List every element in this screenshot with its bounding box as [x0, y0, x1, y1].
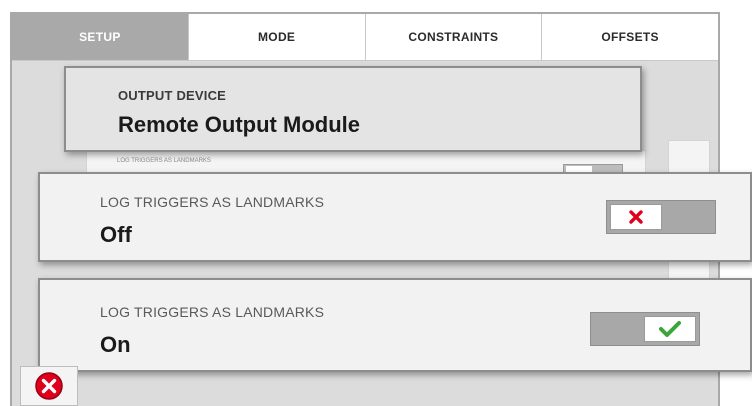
log-triggers-off-card: LOG TRIGGERS AS LANDMARKS Off — [38, 172, 752, 262]
toggle-knob — [644, 316, 696, 342]
close-icon — [35, 372, 63, 400]
log-triggers-label: LOG TRIGGERS AS LANDMARKS — [100, 304, 325, 320]
log-triggers-value: On — [100, 332, 131, 357]
tab-setup[interactable]: SETUP — [12, 14, 188, 60]
checkmark-icon — [659, 321, 681, 337]
log-triggers-toggle-off[interactable] — [606, 200, 716, 234]
close-button[interactable] — [20, 366, 78, 406]
tab-offsets[interactable]: OFFSETS — [541, 14, 718, 60]
x-icon — [629, 210, 643, 224]
tab-bar: SETUP MODE CONSTRAINTS OFFSETS — [12, 14, 718, 61]
log-triggers-label: LOG TRIGGERS AS LANDMARKS — [100, 194, 325, 210]
tab-mode[interactable]: MODE — [187, 14, 365, 60]
log-triggers-value: Off — [100, 222, 132, 247]
tab-constraints[interactable]: CONSTRAINTS — [364, 14, 542, 60]
toggle-knob — [610, 204, 662, 230]
background-setting-label: LOG TRIGGERS AS LANDMARKS — [117, 158, 211, 164]
log-triggers-toggle-on[interactable] — [590, 312, 700, 346]
output-device-card[interactable]: OUTPUT DEVICE Remote Output Module — [64, 66, 642, 152]
output-device-value: Remote Output Module — [118, 112, 360, 137]
output-device-label: OUTPUT DEVICE — [118, 88, 227, 103]
log-triggers-on-card: LOG TRIGGERS AS LANDMARKS On — [38, 278, 752, 372]
